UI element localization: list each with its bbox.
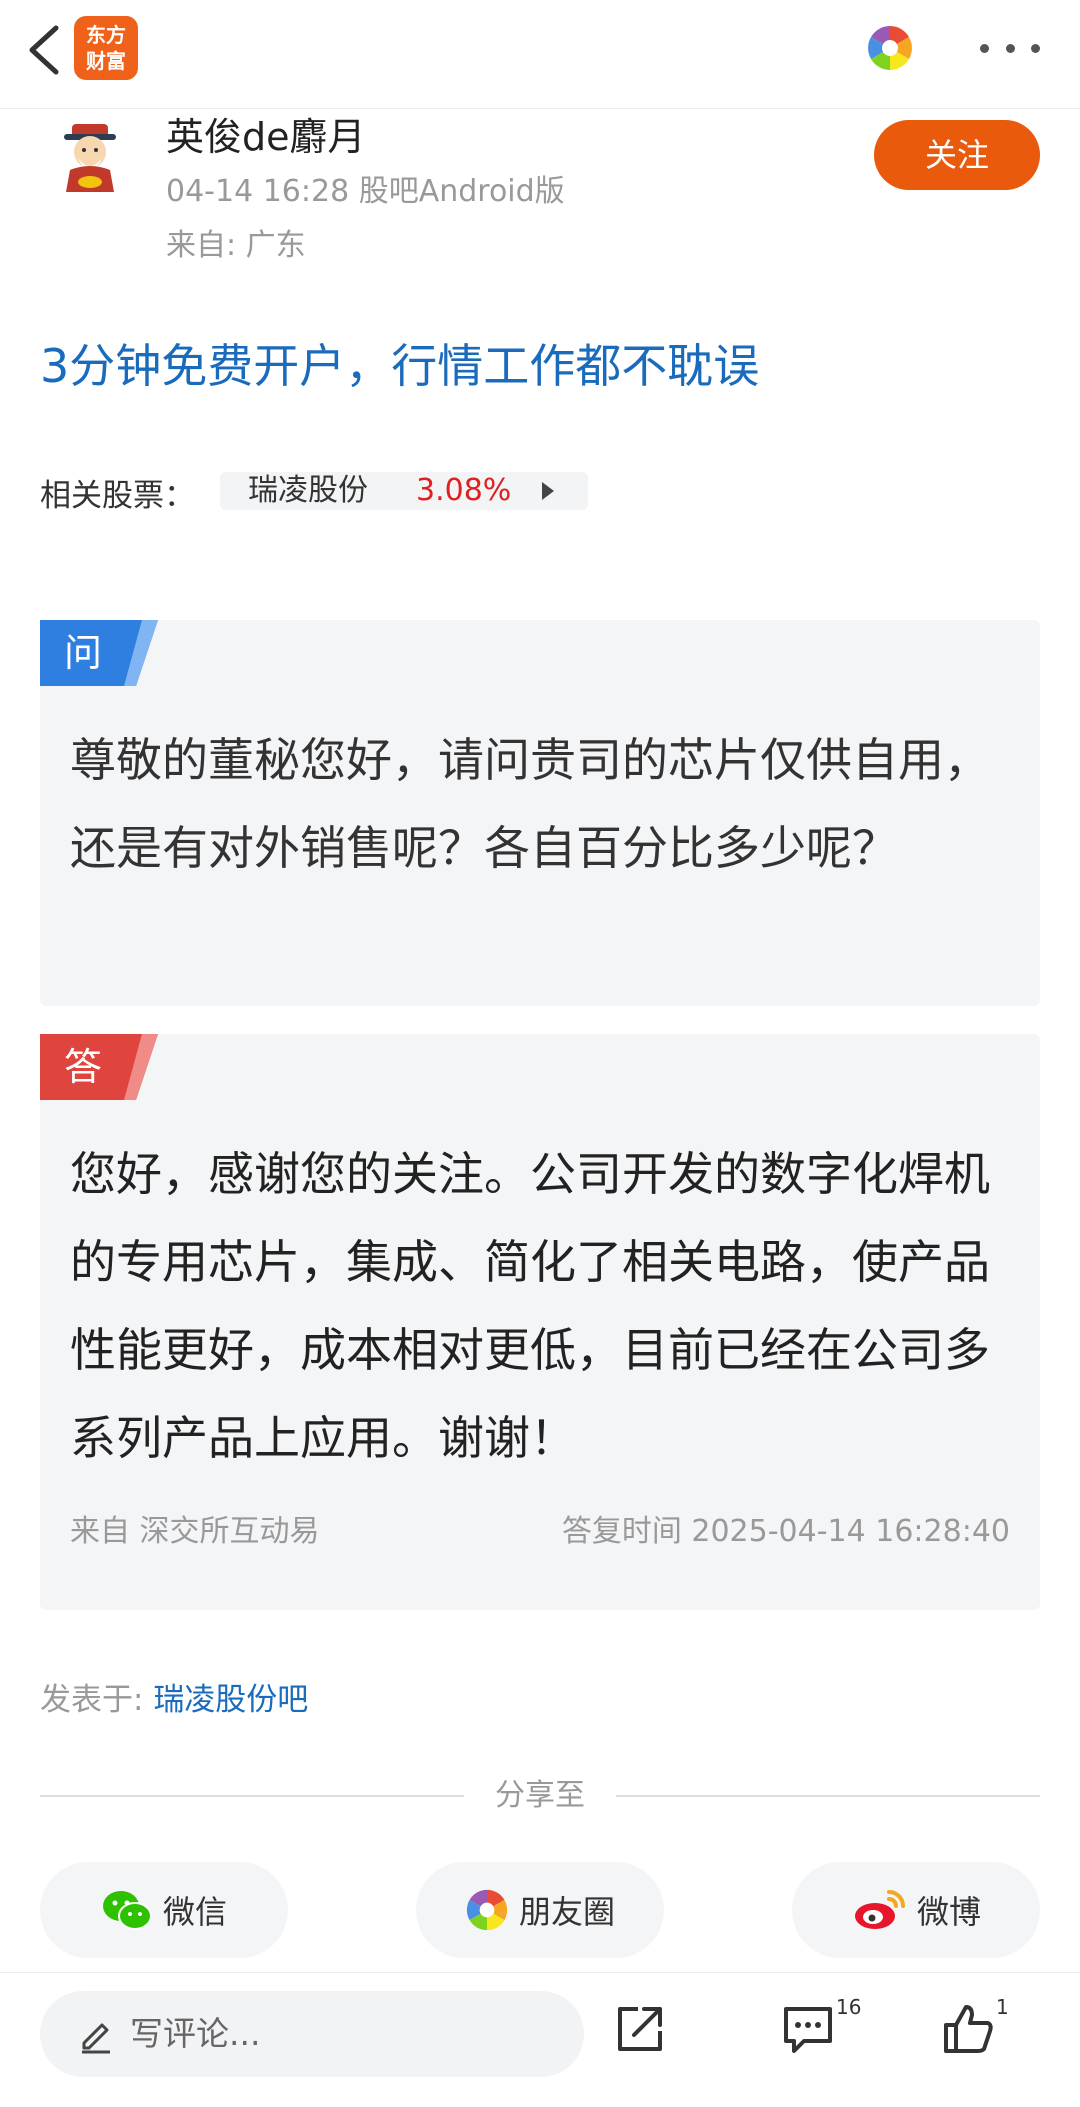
app-logo-line1: 东方 [86,23,126,47]
share-divider: 分享至 [40,1776,1040,1816]
comment-icon[interactable] [780,2001,836,2057]
post-meta: 04-14 16:28 股吧Android版 [166,174,565,209]
question-tag-label: 问 [64,631,103,675]
share-weibo-label: 微博 [916,1893,981,1931]
related-stocks-label: 相关股票： [40,478,195,514]
play-arrow-icon [542,482,554,500]
share-moments-label: 朋友圈 [518,1893,615,1931]
stock-change: 3.08% [416,473,512,508]
weibo-icon [854,1890,905,1929]
like-icon[interactable] [940,2001,996,2057]
back-icon[interactable] [18,20,78,80]
comment-placeholder: 写评论... [130,2014,261,2053]
avatar[interactable] [52,118,128,194]
posted-in: 发表于: 瑞凌股份吧 [40,1674,308,1719]
answer-tag-label: 答 [64,1045,103,1089]
follow-button[interactable]: 关注 [874,120,1040,190]
answer-source: 来自 深交所互动易 [70,1514,320,1549]
answer-time: 答复时间 2025-04-14 16:28:40 [561,1514,1010,1549]
promo-link[interactable]: 3分钟免费开户，行情工作都不耽误 [40,330,759,396]
stock-bar-link[interactable]: 瑞凌股份吧 [153,1682,308,1718]
posted-in-label: 发表于: [40,1682,154,1718]
share-wechat-button[interactable]: 微信 [40,1862,288,1958]
share-title: 分享至 [495,1778,585,1813]
moments-icon [466,1889,508,1931]
pencil-icon [82,2023,110,2054]
stock-chip[interactable]: 瑞凌股份 3.08% [220,472,588,510]
question-tag: 问 [40,620,160,686]
comment-count: 16 [836,1995,862,2019]
question-text: 尊敬的董秘您好，请问贵司的芯片仅供自用，还是有对外销售呢？各自百分比多少呢？ [70,733,990,875]
app-logo-line2: 财富 [86,49,126,73]
author-name[interactable]: 英俊de麝月 [166,106,366,161]
share-moments-button[interactable]: 朋友圈 [416,1862,664,1958]
wechat-icon [102,1891,152,1930]
share-weibo-button[interactable]: 微博 [792,1862,1040,1958]
like-count: 1 [996,1995,1009,2019]
share-wechat-label: 微信 [162,1893,227,1931]
bottom-bar: 写评论... 16 1 [0,1972,1080,2107]
answer-text: 您好，感谢您的关注。公司开发的数字化焊机的专用芯片，集成、简化了相关电路，使产品… [70,1147,990,1465]
answer-tag: 答 [40,1034,160,1100]
pinwheel-icon[interactable] [866,24,914,72]
top-bar: 东方 财富 [0,0,1080,109]
stock-name: 瑞凌股份 [248,473,368,508]
share-icon[interactable] [612,2001,668,2057]
post-location: 来自: 广东 [166,228,306,263]
app-logo[interactable]: 东方 财富 [74,16,138,80]
more-icon[interactable] [980,30,1040,66]
comment-input[interactable]: 写评论... [40,1991,584,2077]
